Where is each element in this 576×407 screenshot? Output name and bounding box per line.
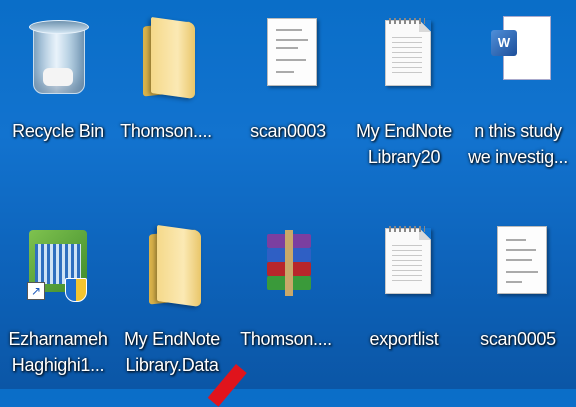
desktop-item-label: My EndNote Library.Data [123,329,221,375]
text-document-icon [359,220,449,320]
desktop-item-label: Recycle Bin [12,121,104,141]
desktop-item-ezharnameh[interactable]: ↗ Ezharnameh Haghighi1... [0,208,116,388]
recycle-bin-icon [13,12,103,112]
text-document-icon [359,12,449,112]
desktop-item-label: scan0005 [480,329,556,349]
desktop-item-thomson-archive[interactable]: Thomson.... [228,208,344,388]
desktop-item-scan0003[interactable]: scan0003 [230,0,346,180]
desktop-item-scan0005[interactable]: scan0005 [460,208,576,388]
uac-shield-icon [65,278,87,302]
word-document-icon: W [473,12,563,112]
desktop-item-label: My EndNote Library20 [355,121,453,167]
desktop-item-recycle-bin[interactable]: Recycle Bin [0,0,116,180]
desktop-item-exportlist[interactable]: exportlist [346,208,462,388]
desktop-item-my-endnote-library-data[interactable]: My EndNote Library.Data [114,208,230,388]
desktop-item-label: exportlist [369,329,439,349]
desktop-item-label: Ezharnameh Haghighi1... [8,329,108,375]
desktop: Recycle Bin Thomson.... scan0003 My EndN… [0,0,576,407]
desktop-item-word-document[interactable]: W n this study we investig... [460,0,576,180]
desktop-item-my-endnote-library20[interactable]: My EndNote Library20 [346,0,462,180]
desktop-item-label: n this study we investig... [468,121,568,167]
application-shortcut-icon: ↗ [13,220,103,320]
desktop-item-label: Thomson.... [120,121,212,141]
desktop-item-label: Thomson.... [240,329,332,349]
scanned-document-icon [243,12,333,112]
folder-icon [121,12,211,112]
shortcut-arrow-icon: ↗ [27,282,45,300]
desktop-item-thomson-folder[interactable]: Thomson.... [108,0,224,180]
winrar-archive-icon [241,220,331,320]
desktop-item-label: scan0003 [250,121,326,141]
scanned-document-icon [473,220,563,320]
folder-icon [127,220,217,320]
